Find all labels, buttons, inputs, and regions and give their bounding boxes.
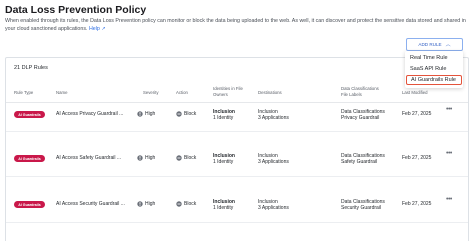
rules-count: 21 DLP Rules — [14, 65, 48, 71]
severity-high-icon — [137, 155, 143, 161]
rule-name[interactable]: AI Access Privacy Guardrail ... — [56, 111, 123, 117]
severity: High — [145, 155, 156, 161]
row-divider — [6, 222, 468, 223]
more-options-icon[interactable]: ••• — [446, 150, 452, 157]
col-classifications[interactable]: Data Classifications File Labels — [341, 86, 379, 97]
add-rule-label: ADD RULE — [418, 42, 442, 47]
row-divider — [6, 176, 468, 177]
row-divider — [6, 131, 468, 132]
identities-count[interactable]: 1 Identity — [213, 115, 233, 121]
last-modified: Feb 27, 2025 — [402, 155, 432, 161]
menu-item-saas-api-rule[interactable]: SaaS API Rule — [406, 64, 462, 74]
more-options-icon[interactable]: ••• — [446, 106, 452, 113]
classification-name: Safety Guardrail — [341, 159, 378, 165]
last-modified: Feb 27, 2025 — [402, 111, 432, 117]
col-action[interactable]: Action — [176, 90, 188, 96]
block-icon — [176, 111, 182, 117]
severity-high-icon — [137, 201, 143, 207]
col-classifications-line1: Data Classifications — [341, 86, 379, 91]
severity: High — [145, 201, 156, 207]
col-rule-type[interactable]: Rule Type — [14, 90, 33, 96]
action: Block — [184, 201, 197, 207]
identities-count[interactable]: 1 Identity — [213, 159, 233, 165]
rules-panel — [5, 57, 469, 241]
action: Block — [184, 111, 197, 117]
help-link[interactable]: Help — [89, 26, 100, 32]
last-modified: Feb 27, 2025 — [402, 201, 432, 207]
rule-name[interactable]: AI Access Safety Guardrail ... — [56, 155, 121, 161]
destinations-count[interactable]: 3 Applications — [258, 159, 289, 165]
classification-name: Privacy Guardrail — [341, 115, 380, 121]
destinations-count[interactable]: 3 Applications — [258, 115, 289, 121]
more-options-icon[interactable]: ••• — [446, 196, 452, 203]
col-name[interactable]: Name — [56, 90, 67, 96]
rule-type-badge: AI Guardrails — [14, 201, 45, 208]
col-last-modified[interactable]: Last Modified — [402, 90, 428, 96]
col-destinations[interactable]: Destinations — [258, 90, 282, 96]
severity: High — [145, 111, 156, 117]
page-description: When enabled through its rules, the Data… — [5, 18, 467, 33]
add-rule-menu: Real Time Rule SaaS API Rule AI Guardrai… — [405, 51, 463, 88]
severity-high-icon — [137, 111, 143, 117]
menu-item-ai-guardrails-rule[interactable]: AI Guardrails Rule — [406, 75, 462, 85]
col-severity[interactable]: Severity — [143, 90, 159, 96]
col-identities-line1: Identities in File — [213, 86, 243, 91]
destinations-count[interactable]: 3 Applications — [258, 205, 289, 211]
block-icon — [176, 201, 182, 207]
block-icon — [176, 155, 182, 161]
chevron-up-icon: ︿ — [445, 42, 451, 48]
identities-count[interactable]: 1 Identity — [213, 205, 233, 211]
header-divider — [6, 102, 468, 103]
col-classifications-line2: File Labels — [341, 91, 362, 97]
rule-type-badge: AI Guardrails — [14, 155, 45, 162]
col-identities-line2: Owners — [213, 91, 228, 97]
rule-type-badge: AI Guardrails — [14, 111, 45, 118]
add-rule-button[interactable]: ADD RULE ︿ — [406, 38, 463, 51]
description-text: When enabled through its rules, the Data… — [5, 18, 466, 32]
classification-name: Security Guardrail — [341, 205, 382, 211]
col-identities[interactable]: Identities in File Owners — [213, 86, 243, 97]
action: Block — [184, 155, 197, 161]
page-title: Data Loss Prevention Policy — [5, 4, 147, 16]
menu-item-real-time-rule[interactable]: Real Time Rule — [406, 53, 462, 63]
rule-name[interactable]: AI Access Security Guardrail ... — [56, 201, 125, 207]
external-link-icon[interactable]: ↗ — [101, 26, 105, 32]
